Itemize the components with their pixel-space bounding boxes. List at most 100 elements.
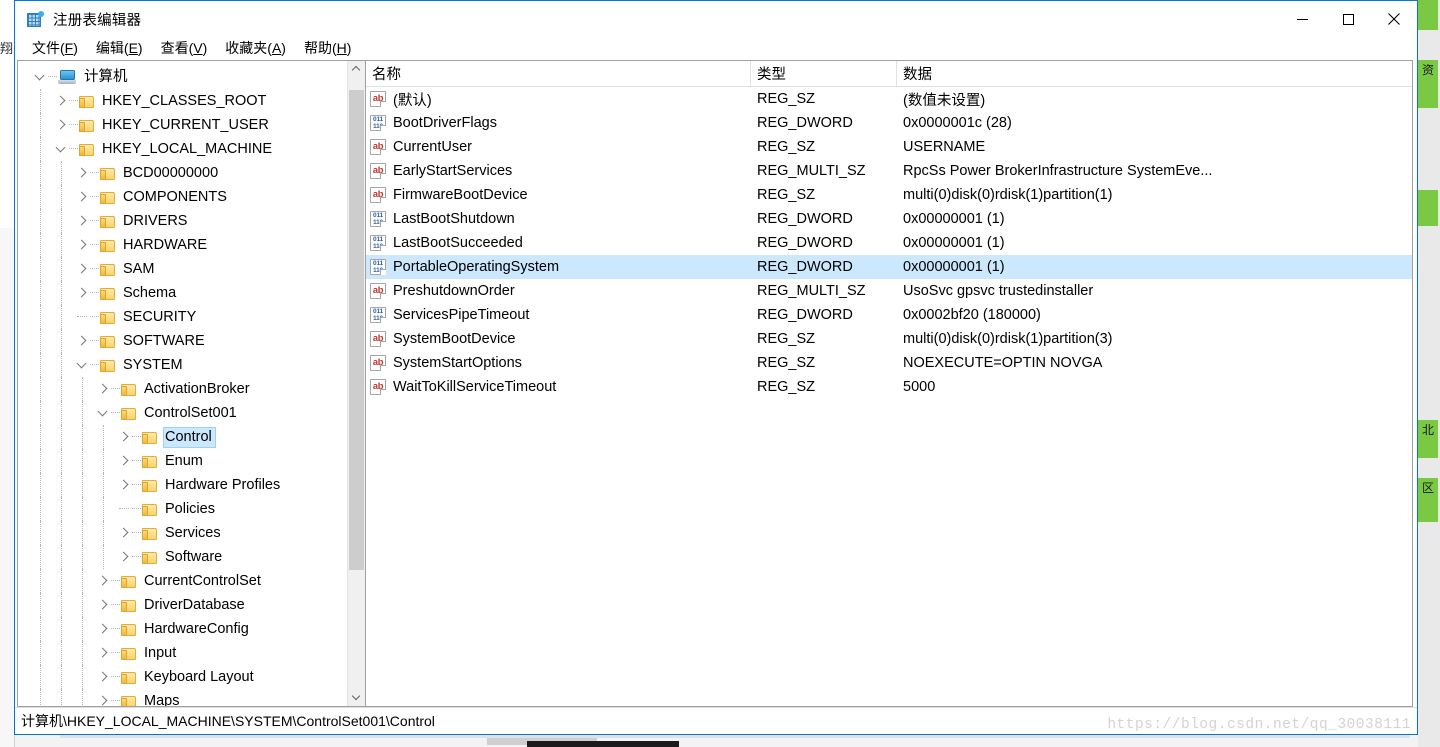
tree-item-keyboard-layout[interactable]: Keyboard Layout bbox=[18, 665, 348, 689]
tree-item-bcd00000000[interactable]: BCD00000000 bbox=[18, 161, 348, 185]
tree-item-software[interactable]: Software bbox=[18, 545, 348, 569]
value-type: REG_SZ bbox=[757, 331, 816, 347]
tree-item-hkey-current-user[interactable]: HKEY_CURRENT_USER bbox=[18, 113, 348, 137]
table-row[interactable]: ab CurrentUser REG_SZ USERNAME bbox=[366, 135, 1412, 159]
table-row[interactable]: 011 110 LastBootShutdown REG_DWORD 0x0000000… bbox=[366, 207, 1412, 231]
tree-item-hardware-profiles[interactable]: Hardware Profiles bbox=[18, 473, 348, 497]
tree-dot-connector bbox=[111, 604, 120, 606]
column-header-type[interactable]: 类型 bbox=[751, 61, 897, 86]
table-row[interactable]: 011 110 PortableOperatingSystem REG_DWORD 0x… bbox=[366, 255, 1412, 279]
background-accent-block-3 bbox=[1418, 190, 1438, 226]
chevron-right-icon[interactable] bbox=[74, 281, 90, 305]
tree-item-[interactable]: 计算机 bbox=[18, 65, 348, 89]
value-name-cell: ab SystemBootDevice bbox=[366, 327, 751, 351]
tree-guide-line bbox=[40, 281, 41, 305]
menu-help[interactable]: 帮助(H) bbox=[295, 37, 360, 60]
tree-item-input[interactable]: Input bbox=[18, 641, 348, 665]
column-header-name[interactable]: 名称 bbox=[366, 61, 751, 86]
tree-guide-line bbox=[40, 497, 41, 521]
tree-item-hardware[interactable]: HARDWARE bbox=[18, 233, 348, 257]
chevron-right-icon[interactable] bbox=[74, 185, 90, 209]
tree-dot-connector bbox=[90, 196, 99, 198]
tree-item-maps[interactable]: Maps bbox=[18, 689, 348, 706]
chevron-down-icon[interactable] bbox=[95, 401, 111, 425]
tree-item-hardwareconfig[interactable]: HardwareConfig bbox=[18, 617, 348, 641]
menu-view[interactable]: 查看(V) bbox=[152, 37, 217, 60]
tree-guide-line bbox=[61, 353, 62, 377]
registry-values-list[interactable]: ab (默认) REG_SZ (数值未设置) 011 110 BootDriverFlags… bbox=[366, 87, 1412, 399]
table-row[interactable]: ab EarlyStartServices REG_MULTI_SZ RpcSs Po… bbox=[366, 159, 1412, 183]
column-header-data[interactable]: 数据 bbox=[897, 61, 1412, 86]
value-name: FirmwareBootDevice bbox=[393, 187, 528, 203]
tree-item-hkey-classes-root[interactable]: HKEY_CLASSES_ROOT bbox=[18, 89, 348, 113]
tree-guide-line bbox=[40, 209, 41, 233]
tree-item-controlset001[interactable]: ControlSet001 bbox=[18, 401, 348, 425]
chevron-right-icon[interactable] bbox=[95, 665, 111, 689]
menu-file[interactable]: 文件(F) bbox=[23, 37, 87, 60]
chevron-right-icon[interactable] bbox=[95, 569, 111, 593]
table-row[interactable]: 011 110 ServicesPipeTimeout REG_DWORD 0x0002… bbox=[366, 303, 1412, 327]
tree-item-system[interactable]: SYSTEM bbox=[18, 353, 348, 377]
tree-item-components[interactable]: COMPONENTS bbox=[18, 185, 348, 209]
chevron-right-icon[interactable] bbox=[53, 113, 69, 137]
chevron-right-icon[interactable] bbox=[116, 473, 132, 497]
chevron-right-icon[interactable] bbox=[74, 161, 90, 185]
chevron-right-icon[interactable] bbox=[95, 377, 111, 401]
tree-item-currentcontrolset[interactable]: CurrentControlSet bbox=[18, 569, 348, 593]
chevron-right-icon[interactable] bbox=[74, 233, 90, 257]
chevron-right-icon[interactable] bbox=[95, 617, 111, 641]
tree-guide-line bbox=[40, 257, 41, 281]
tree-item-drivers[interactable]: DRIVERS bbox=[18, 209, 348, 233]
chevron-right-icon[interactable] bbox=[95, 593, 111, 617]
menu-edit[interactable]: 编辑(E) bbox=[87, 37, 152, 60]
tree-item-control[interactable]: Control bbox=[18, 425, 348, 449]
table-row[interactable]: ab SystemBootDevice REG_SZ multi(0)disk(0)r… bbox=[366, 327, 1412, 351]
chevron-right-icon[interactable] bbox=[95, 641, 111, 665]
tree-item-enum[interactable]: Enum bbox=[18, 449, 348, 473]
table-row[interactable]: ab FirmwareBootDevice REG_SZ multi(0)disk(0… bbox=[366, 183, 1412, 207]
table-row[interactable]: 011 110 BootDriverFlags REG_DWORD 0x0000001c… bbox=[366, 111, 1412, 135]
chevron-right-icon[interactable] bbox=[74, 257, 90, 281]
chevron-right-icon[interactable] bbox=[116, 449, 132, 473]
tree-item-driverdatabase[interactable]: DriverDatabase bbox=[18, 593, 348, 617]
tree-guide-line bbox=[40, 233, 41, 257]
registry-tree[interactable]: 计算机 HKEY_CLASSES_ROOT HKEY_CURRENT_USER HKE… bbox=[18, 61, 348, 706]
table-row[interactable]: ab (默认) REG_SZ (数值未设置) bbox=[366, 87, 1412, 111]
chevron-right-icon[interactable] bbox=[116, 545, 132, 569]
tree-vertical-scrollbar[interactable] bbox=[347, 61, 365, 706]
menu-favorites[interactable]: 收藏夹(A) bbox=[216, 37, 295, 60]
chevron-right-icon[interactable] bbox=[53, 89, 69, 113]
scroll-up-arrow-button[interactable] bbox=[348, 61, 365, 78]
tree-dot-connector bbox=[90, 340, 99, 342]
table-row[interactable]: ab SystemStartOptions REG_SZ NOEXECUTE=OPT… bbox=[366, 351, 1412, 375]
scrollbar-thumb[interactable] bbox=[349, 90, 364, 570]
tree-dot-connector bbox=[48, 76, 57, 78]
value-data: UsoSvc gpsvc trustedinstaller bbox=[903, 283, 1094, 299]
table-row[interactable]: 011 110 LastBootSucceeded REG_DWORD 0x000000… bbox=[366, 231, 1412, 255]
tree-guide-line bbox=[61, 161, 62, 185]
chevron-right-icon[interactable] bbox=[116, 521, 132, 545]
chevron-right-icon[interactable] bbox=[74, 209, 90, 233]
chevron-down-icon[interactable] bbox=[32, 65, 48, 89]
table-row[interactable]: ab PreshutdownOrder REG_MULTI_SZ UsoSvc gps… bbox=[366, 279, 1412, 303]
chevron-down-icon[interactable] bbox=[74, 353, 90, 377]
tree-item-services[interactable]: Services bbox=[18, 521, 348, 545]
scroll-down-arrow-button[interactable] bbox=[348, 689, 365, 706]
close-button[interactable] bbox=[1371, 1, 1417, 37]
table-row[interactable]: ab WaitToKillServiceTimeout REG_SZ 5000 bbox=[366, 375, 1412, 399]
chevron-right-icon[interactable] bbox=[74, 329, 90, 353]
tree-item-hkey-local-machine[interactable]: HKEY_LOCAL_MACHINE bbox=[18, 137, 348, 161]
tree-item-software[interactable]: SOFTWARE bbox=[18, 329, 348, 353]
maximize-button[interactable] bbox=[1325, 1, 1371, 37]
tree-item-security[interactable]: SECURITY bbox=[18, 305, 348, 329]
tree-guide-line bbox=[61, 665, 62, 689]
tree-item-schema[interactable]: Schema bbox=[18, 281, 348, 305]
chevron-right-icon[interactable] bbox=[95, 689, 111, 706]
minimize-button[interactable] bbox=[1279, 1, 1325, 37]
chevron-right-icon[interactable] bbox=[116, 425, 132, 449]
chevron-down-icon[interactable] bbox=[53, 137, 69, 161]
tree-guide-line bbox=[40, 641, 41, 665]
tree-item-activationbroker[interactable]: ActivationBroker bbox=[18, 377, 348, 401]
tree-item-sam[interactable]: SAM bbox=[18, 257, 348, 281]
tree-item-policies[interactable]: Policies bbox=[18, 497, 348, 521]
